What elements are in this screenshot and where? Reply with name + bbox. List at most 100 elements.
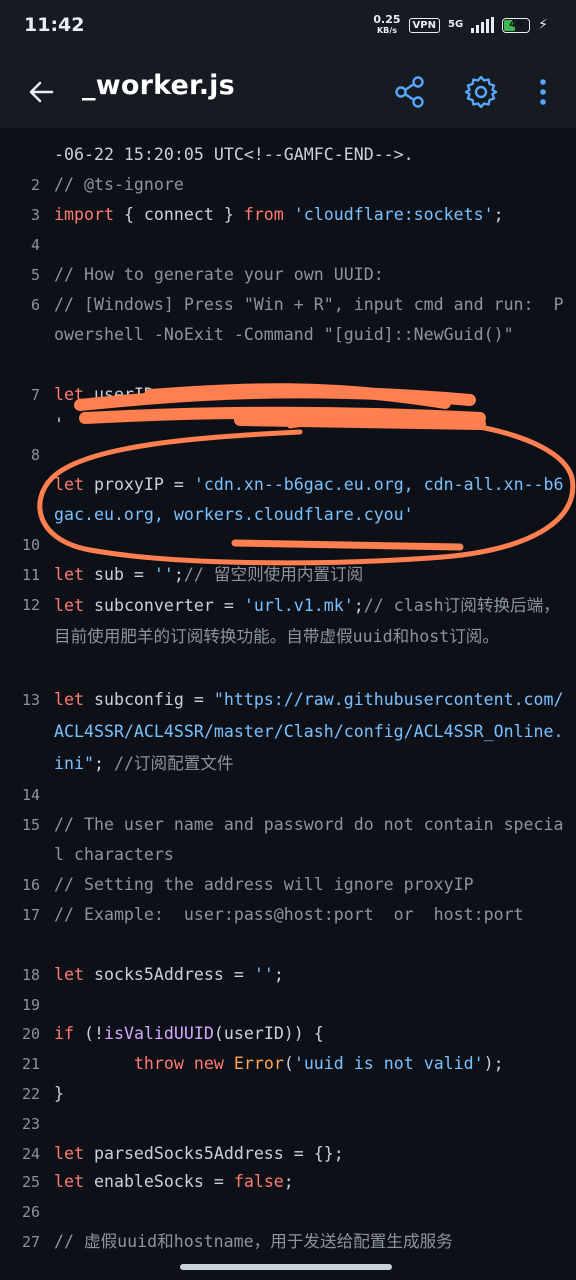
arrow-left-icon	[29, 81, 54, 103]
line-number: 18	[21, 966, 40, 984]
code-line[interactable]: 20 if (!isValidUUID(userID)) {	[0, 1019, 576, 1049]
code-text: let proxyIP = 'cdn.xn--b6gac.eu.org, cdn…	[54, 470, 576, 530]
code-line[interactable]: 15 // The user name and password do not c…	[0, 810, 576, 870]
code-text: if (!isValidUUID(userID)) {	[54, 1019, 576, 1049]
line-number: 7	[30, 386, 40, 404]
code-line[interactable]: 10	[0, 530, 576, 560]
code-token: -06-22 15:20:05 UTC<!--GAMFC-END-->.	[54, 145, 414, 164]
line-number: 23	[21, 1115, 40, 1133]
line-number: 3	[30, 206, 40, 224]
code-line[interactable]: -06-22 15:20:05 UTC<!--GAMFC-END-->.	[0, 140, 576, 170]
code-token: let	[54, 385, 84, 404]
line-number: 20	[21, 1025, 40, 1043]
line-number: 8	[30, 446, 40, 464]
code-line[interactable]: 11 let sub = '';// 留空则使用内置订阅	[0, 560, 576, 590]
code-line[interactable]: 19	[0, 990, 576, 1020]
app-bar: _worker.js	[0, 56, 576, 129]
back-button[interactable]	[22, 72, 62, 112]
code-token: ;	[283, 1172, 294, 1191]
line-number	[0, 470, 54, 530]
code-text: // [Windows] Press "Win + R", input cmd …	[54, 290, 576, 350]
line-number: 22	[21, 1085, 40, 1103]
gear-icon	[464, 75, 498, 109]
code-line[interactable]: 6 // [Windows] Press "Win + R", input cmd…	[0, 290, 576, 350]
code-token: (userID)) {	[213, 1024, 324, 1043]
code-line[interactable]: 16 // Setting the address will ignore pro…	[0, 870, 576, 900]
code-token: // @ts-ignore	[54, 175, 184, 194]
code-token: //订阅配置文件	[113, 754, 234, 773]
code-token: // [Windows] Press "Win + R", input cmd …	[54, 295, 564, 344]
code-token: let	[54, 565, 84, 584]
settings-button[interactable]	[461, 72, 501, 112]
code-token: proxyIP =	[83, 475, 194, 494]
line-number: 15	[21, 816, 40, 834]
code-text: let enableSocks = false;	[54, 1167, 576, 1197]
code-token: let	[54, 690, 84, 709]
line-number: 14	[21, 786, 40, 804]
code-token: if	[54, 1024, 74, 1043]
code-token: import	[54, 205, 114, 224]
code-token: 'cloudflare:sockets'	[293, 205, 494, 224]
line-number: 4	[30, 236, 40, 254]
code-token: { connect }	[113, 205, 244, 224]
line-number: 19	[21, 996, 40, 1014]
line-number: 17	[21, 906, 40, 924]
code-line[interactable]: 25 let enableSocks = false;	[0, 1167, 576, 1197]
code-line[interactable]: 14	[0, 780, 576, 810]
code-line[interactable]: 23	[0, 1109, 576, 1139]
code-token: let	[54, 475, 84, 494]
code-text: let socks5Address = '';	[54, 960, 576, 990]
line-number: 11	[21, 566, 40, 584]
code-line[interactable]: 24 let parsedSocks5Address = {};	[0, 1139, 576, 1169]
line-number: 6	[30, 296, 40, 314]
code-line[interactable]: 18 let socks5Address = '';	[0, 960, 576, 990]
network-type: 5G	[447, 19, 464, 30]
code-token: // Setting the address will ignore proxy…	[54, 875, 474, 894]
more-options-button[interactable]	[523, 72, 563, 112]
code-token: ;	[273, 965, 284, 984]
code-token: );	[483, 1054, 504, 1073]
home-indicator[interactable]	[180, 1264, 392, 1270]
share-button[interactable]	[390, 72, 430, 112]
code-token: new	[193, 1054, 224, 1073]
code-token: ;	[493, 205, 504, 224]
code-line[interactable]: 5 // How to generate your own UUID:	[0, 260, 576, 290]
code-line[interactable]: 27 // 虚假uuid和hostname，用于发送给配置生成服务	[0, 1227, 576, 1257]
code-line[interactable]: 3 import { connect } from 'cloudflare:soc…	[0, 200, 576, 230]
code-editor[interactable]: -06-22 15:20:05 UTC<!--GAMFC-END-->. 2 // …	[0, 129, 576, 1260]
code-line[interactable]: let proxyIP = 'cdn.xn--b6gac.eu.org, cdn…	[0, 470, 576, 530]
code-text: // How to generate your own UUID:	[54, 260, 576, 290]
code-text: -06-22 15:20:05 UTC<!--GAMFC-END-->.	[54, 140, 576, 170]
line-number: 13	[21, 691, 40, 709]
code-line[interactable]: 7 let userID = '	[0, 380, 576, 440]
code-line[interactable]: 2 // @ts-ignore	[0, 170, 576, 200]
code-line[interactable]: 22}	[0, 1079, 576, 1109]
code-token: }	[54, 1084, 64, 1103]
vpn-badge: VPN	[408, 17, 440, 33]
battery-icon: 49	[502, 17, 531, 33]
charging-icon: ⚡	[538, 17, 548, 33]
network-speed-value: 0.25	[373, 13, 401, 26]
code-line[interactable]: 26	[0, 1197, 576, 1227]
code-token: let	[54, 596, 84, 615]
code-text: let subconfig = "https://raw.githubuserc…	[54, 684, 576, 780]
battery-level: 49	[509, 18, 524, 30]
code-line[interactable]: 21 throw new Error('uuid is not valid');	[0, 1049, 576, 1079]
code-line[interactable]: 4	[0, 230, 576, 260]
code-token: ;	[353, 596, 364, 615]
code-token: 'url.v1.mk'	[243, 596, 354, 615]
code-token: subconverter =	[83, 596, 244, 615]
code-line[interactable]: 13 let subconfig = "https://raw.githubuse…	[0, 684, 576, 780]
code-line[interactable]: 17 // Example: user:pass@host:port or hos…	[0, 900, 576, 930]
code-token: from	[243, 205, 284, 224]
code-token: (	[283, 1054, 294, 1073]
code-token: ;	[173, 565, 184, 584]
code-line[interactable]: 12 let subconverter = 'url.v1.mk';// clas…	[0, 590, 576, 653]
code-line[interactable]: 8	[0, 440, 576, 470]
